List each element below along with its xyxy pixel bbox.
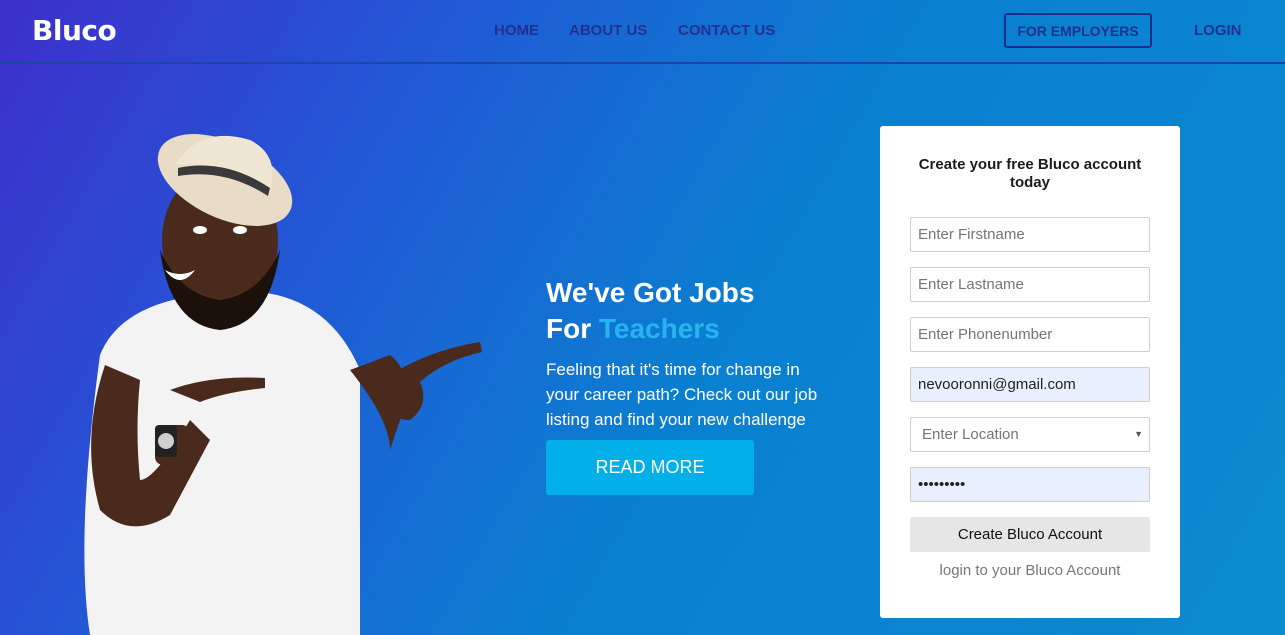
for-employers-button[interactable]: FOR EMPLOYERS bbox=[1004, 13, 1152, 48]
hero-title-accent: Teachers bbox=[598, 313, 720, 344]
lastname-input[interactable] bbox=[910, 267, 1150, 302]
nav-about-us[interactable]: ABOUT US bbox=[569, 22, 647, 39]
site-header: Bluco HOME ABOUT US CONTACT US FOR EMPLO… bbox=[0, 0, 1285, 64]
hero-description: Feeling that it's time for change in you… bbox=[546, 360, 818, 429]
location-select[interactable]: Enter Location ▼ bbox=[910, 417, 1150, 452]
nav-contact-us[interactable]: CONTACT US bbox=[678, 22, 775, 39]
email-input[interactable] bbox=[910, 367, 1150, 402]
hero-title: We've Got Jobs For Teachers bbox=[546, 275, 866, 347]
nav-login[interactable]: LOGIN bbox=[1194, 22, 1242, 39]
login-link[interactable]: login to your Bluco Account bbox=[910, 562, 1150, 579]
signup-card: Create your free Bluco account today Ent… bbox=[880, 126, 1180, 618]
hero-title-line1: We've Got Jobs bbox=[546, 277, 755, 308]
create-account-button[interactable]: Create Bluco Account bbox=[910, 517, 1150, 552]
signup-title: Create your free Bluco account today bbox=[918, 156, 1142, 191]
hero-person-image bbox=[84, 134, 482, 635]
logo[interactable]: Bluco bbox=[32, 14, 117, 47]
location-select-value: Enter Location bbox=[922, 426, 1019, 443]
phone-input[interactable] bbox=[910, 317, 1150, 352]
firstname-input[interactable] bbox=[910, 217, 1150, 252]
nav-home[interactable]: HOME bbox=[494, 22, 539, 39]
password-input[interactable] bbox=[910, 467, 1150, 502]
hero-title-for: For bbox=[546, 313, 592, 344]
read-more-button[interactable]: READ MORE bbox=[546, 440, 754, 495]
chevron-down-icon: ▼ bbox=[1134, 429, 1143, 439]
